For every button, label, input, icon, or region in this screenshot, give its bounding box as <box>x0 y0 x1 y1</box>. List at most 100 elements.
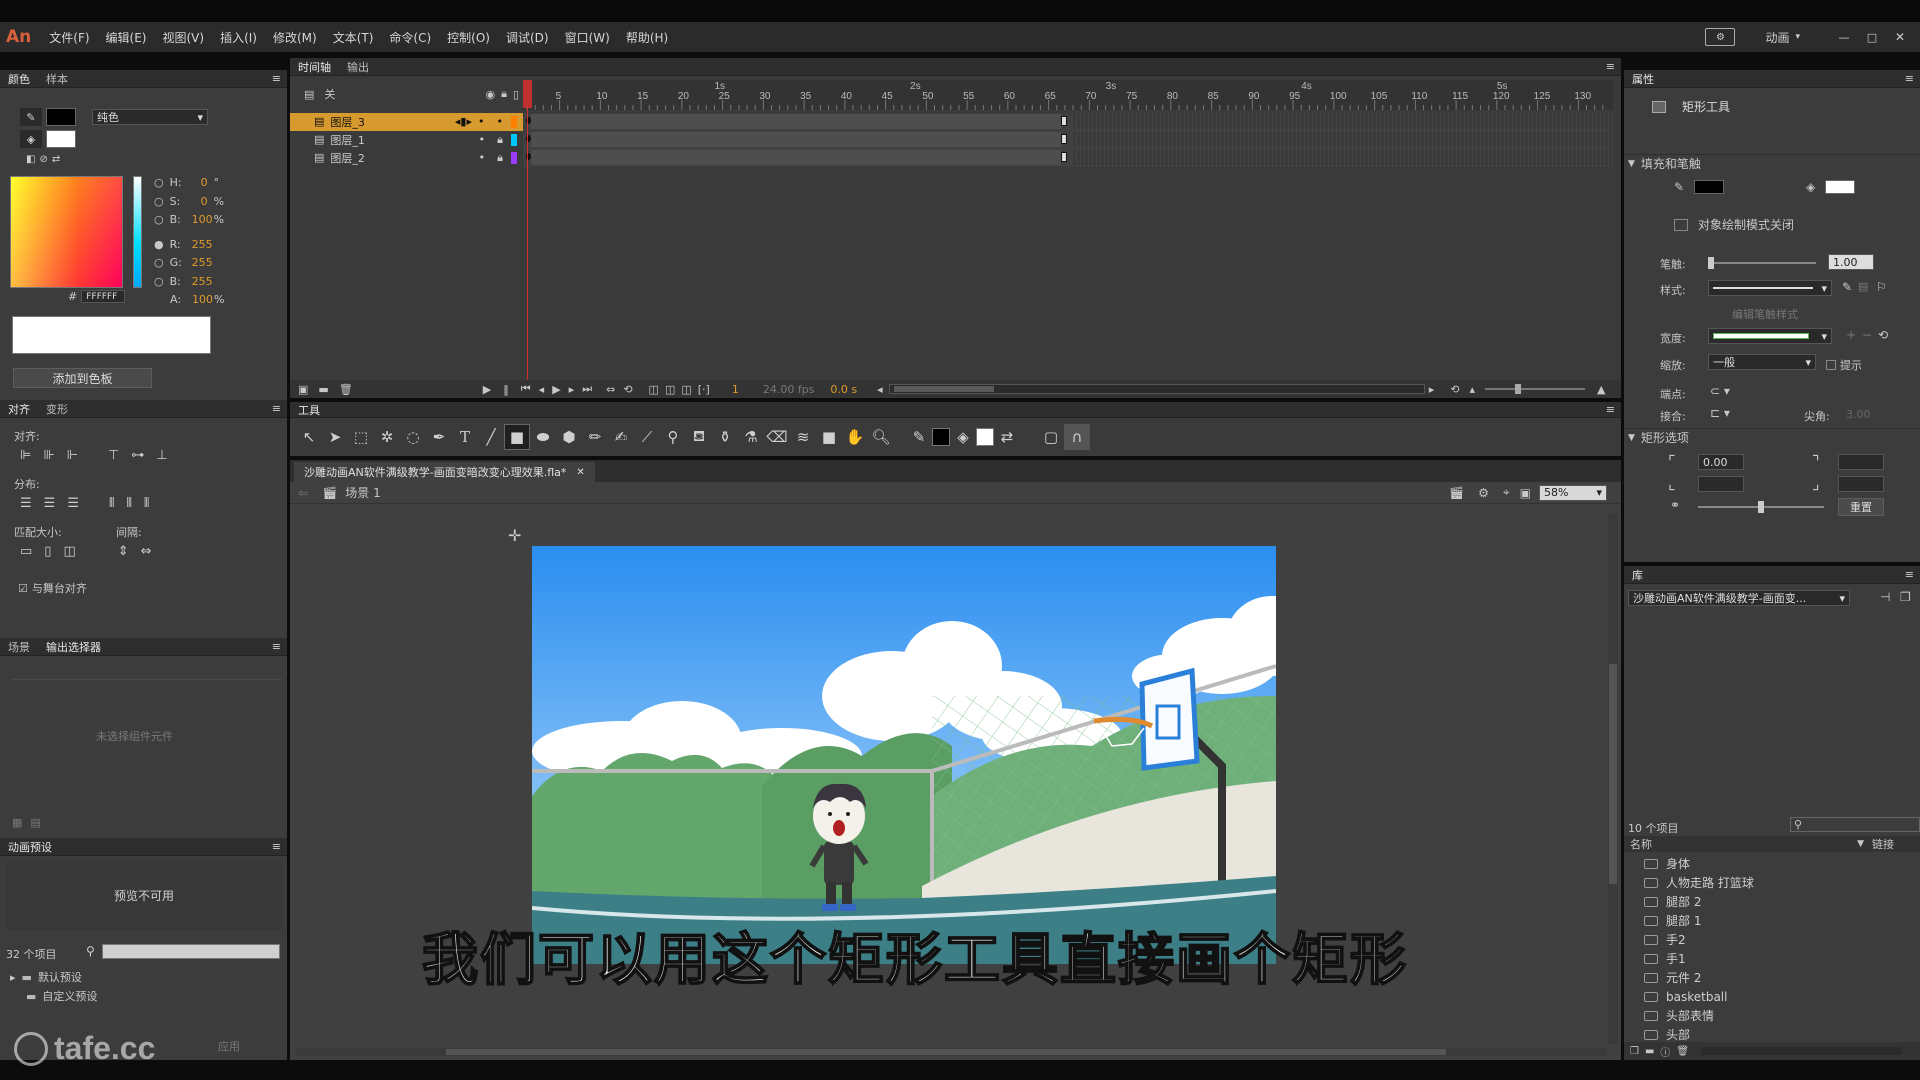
hex-input[interactable]: FFFFFF <box>81 290 126 303</box>
color-spectrum[interactable] <box>10 176 123 288</box>
next-frame-icon[interactable]: ▸ <box>569 383 575 396</box>
oval-tool-icon[interactable]: ⬬ <box>530 424 556 450</box>
pen-tool-icon[interactable]: ✒ <box>426 424 452 450</box>
link-corners-icon[interactable]: ⚭ <box>1670 498 1680 512</box>
stroke-color-chip[interactable] <box>932 428 950 446</box>
lasso-tool-icon[interactable]: ◌ <box>400 424 426 450</box>
edit-style-pencil-icon[interactable]: ✎ <box>1842 280 1852 294</box>
expand-arrow-icon[interactable]: ▸ <box>10 968 16 987</box>
timeline-zoom-slider[interactable] <box>1484 384 1585 394</box>
radio-b[interactable]: ○ <box>154 211 164 230</box>
distribute-top-icon[interactable]: ☰ <box>20 496 32 511</box>
selection-tool-icon[interactable]: ↖ <box>296 424 322 450</box>
panel-menu-icon[interactable]: ≡ <box>264 402 287 415</box>
outline-all-layers-icon[interactable]: ▯ <box>513 88 519 101</box>
corner-radius-bl-input[interactable] <box>1698 476 1744 492</box>
paintbrush-tool-icon[interactable]: ✍ <box>608 424 634 450</box>
panel-menu-icon[interactable]: ≡ <box>1897 568 1920 581</box>
fill-stroke-section-header[interactable]: ▼ 填充和笔触 <box>1624 154 1920 172</box>
distribute-right-icon[interactable]: ⫴ <box>144 496 149 511</box>
col-link[interactable]: 链接 <box>1872 836 1894 852</box>
stroke-color-icon[interactable]: ✎ <box>906 424 932 450</box>
add-swatch-button[interactable]: 添加到色板 <box>13 368 152 388</box>
pause-icon[interactable]: ‖ <box>503 383 509 396</box>
zoom-out-timeline-icon[interactable]: ▴ <box>1469 383 1475 396</box>
layer-name[interactable]: 图层_3 <box>330 114 454 130</box>
miter-value[interactable]: 3.00 <box>1846 408 1871 421</box>
menu-item-1[interactable]: 编辑(E) <box>98 29 155 46</box>
new-layer-icon[interactable]: ▣ <box>298 383 308 396</box>
match-both-icon[interactable]: ◫ <box>63 544 75 559</box>
library-item[interactable]: 腿部 2 <box>1624 892 1920 911</box>
library-item[interactable]: 身体 <box>1624 854 1920 873</box>
align-right-icon[interactable]: ⊩ <box>67 448 78 463</box>
remove-width-icon[interactable]: − <box>1862 328 1872 342</box>
clip-stage-icon[interactable]: ▣ <box>1520 486 1531 500</box>
bone-tool-icon[interactable]: ⚲ <box>660 424 686 450</box>
radio-r[interactable]: ● <box>154 236 164 255</box>
panel-menu-icon[interactable]: ≡ <box>264 840 287 853</box>
loop-icon[interactable]: ⟲ <box>623 383 632 396</box>
paint-bucket-tool-icon[interactable]: ⛾ <box>686 424 712 450</box>
reset-corners-button[interactable]: 重置 <box>1838 498 1884 516</box>
chevron-down-icon[interactable]: ▾ <box>1795 32 1800 42</box>
g-value[interactable]: 255 <box>192 254 213 273</box>
black-white-icon[interactable]: ◧ <box>26 154 35 165</box>
object-drawing-checkbox[interactable] <box>1674 218 1688 231</box>
panel-menu-icon[interactable]: ≡ <box>264 72 287 85</box>
tab-color[interactable]: 颜色 <box>0 71 38 87</box>
menu-item-7[interactable]: 控制(O) <box>439 29 498 46</box>
library-item[interactable]: 元件 2 <box>1624 968 1920 987</box>
visibility-dot-icon[interactable]: • <box>478 115 485 128</box>
sort-arrow-icon[interactable]: ▼ <box>1857 839 1864 849</box>
delete-icon[interactable]: 🗑︎ <box>1676 1046 1689 1057</box>
preset-folder-default[interactable]: 默认预设 <box>38 968 82 987</box>
play-icon[interactable]: ▶︎ <box>552 383 560 396</box>
stage-vscrollbar[interactable] <box>1608 514 1618 1044</box>
subselection-tool-icon[interactable]: ➤ <box>322 424 348 450</box>
eyedropper-tool-icon[interactable]: ⚗ <box>738 424 764 450</box>
menu-item-9[interactable]: 窗口(W) <box>557 29 618 46</box>
layer-name[interactable]: 图层_2 <box>330 150 478 166</box>
close-icon[interactable]: ✕ <box>1886 30 1914 44</box>
object-drawing-icon[interactable]: ▢ <box>1038 424 1064 450</box>
first-frame-icon[interactable]: ⏮︎ <box>521 382 531 396</box>
camera-icon[interactable]: ▶︎ <box>483 383 491 396</box>
sync-settings-icon[interactable]: ⚙ <box>1705 28 1736 46</box>
library-item[interactable]: 头部表情 <box>1624 1006 1920 1025</box>
radio-bl[interactable]: ○ <box>154 273 164 292</box>
rectangle-tool-icon[interactable]: ■ <box>504 424 530 450</box>
tab-output-selector[interactable]: 输出选择器 <box>38 639 109 655</box>
distribute-bottom-icon[interactable]: ☰ <box>67 496 79 511</box>
edit-stroke-style-button[interactable]: 编辑笔触样式 <box>1732 306 1798 322</box>
menu-item-0[interactable]: 文件(F) <box>41 29 97 46</box>
corner-radius-slider[interactable] <box>1698 501 1824 513</box>
tab-swatches[interactable]: 样本 <box>38 71 76 87</box>
layer-name[interactable]: 图层_1 <box>330 132 478 148</box>
library-hscrollbar[interactable] <box>1701 1047 1902 1055</box>
library-item[interactable]: basketball <box>1624 987 1920 1006</box>
properties-icon[interactable]: ⓘ <box>1660 1044 1670 1059</box>
join-type-icon[interactable]: ⊏ ▾ <box>1710 406 1730 420</box>
list-view-icon[interactable]: ▤ <box>30 816 40 829</box>
corner-radius-br-input[interactable] <box>1838 476 1884 492</box>
menu-item-2[interactable]: 视图(V) <box>155 29 213 46</box>
menu-item-10[interactable]: 帮助(H) <box>618 29 676 46</box>
apply-preset-button[interactable]: 应用 <box>218 1038 240 1054</box>
layer-color-icon[interactable] <box>511 115 517 128</box>
align-top-icon[interactable]: ⊤ <box>108 448 119 463</box>
lock-all-layers-icon[interactable]: 🔒︎ <box>501 87 507 101</box>
layer-color-icon[interactable] <box>511 151 517 164</box>
stage-canvas[interactable] <box>532 546 1276 964</box>
layer-color-icon[interactable] <box>511 133 517 146</box>
preset-folder-custom[interactable]: 自定义预设 <box>42 987 97 1006</box>
fill-color-swatch[interactable] <box>46 130 76 148</box>
snap-magnet-icon[interactable]: ∩ <box>1064 424 1090 450</box>
current-frame[interactable]: 1 <box>732 383 739 396</box>
stroke-color-swatch[interactable] <box>46 108 76 126</box>
reset-width-icon[interactable]: ⟲ <box>1878 328 1888 342</box>
library-item[interactable]: 人物走路 打篮球 <box>1624 873 1920 892</box>
hint-checkbox[interactable] <box>1826 360 1836 370</box>
stroke-width-input[interactable]: 1.00 <box>1828 254 1874 270</box>
swap-colors-icon[interactable]: ⇄ <box>994 424 1020 450</box>
